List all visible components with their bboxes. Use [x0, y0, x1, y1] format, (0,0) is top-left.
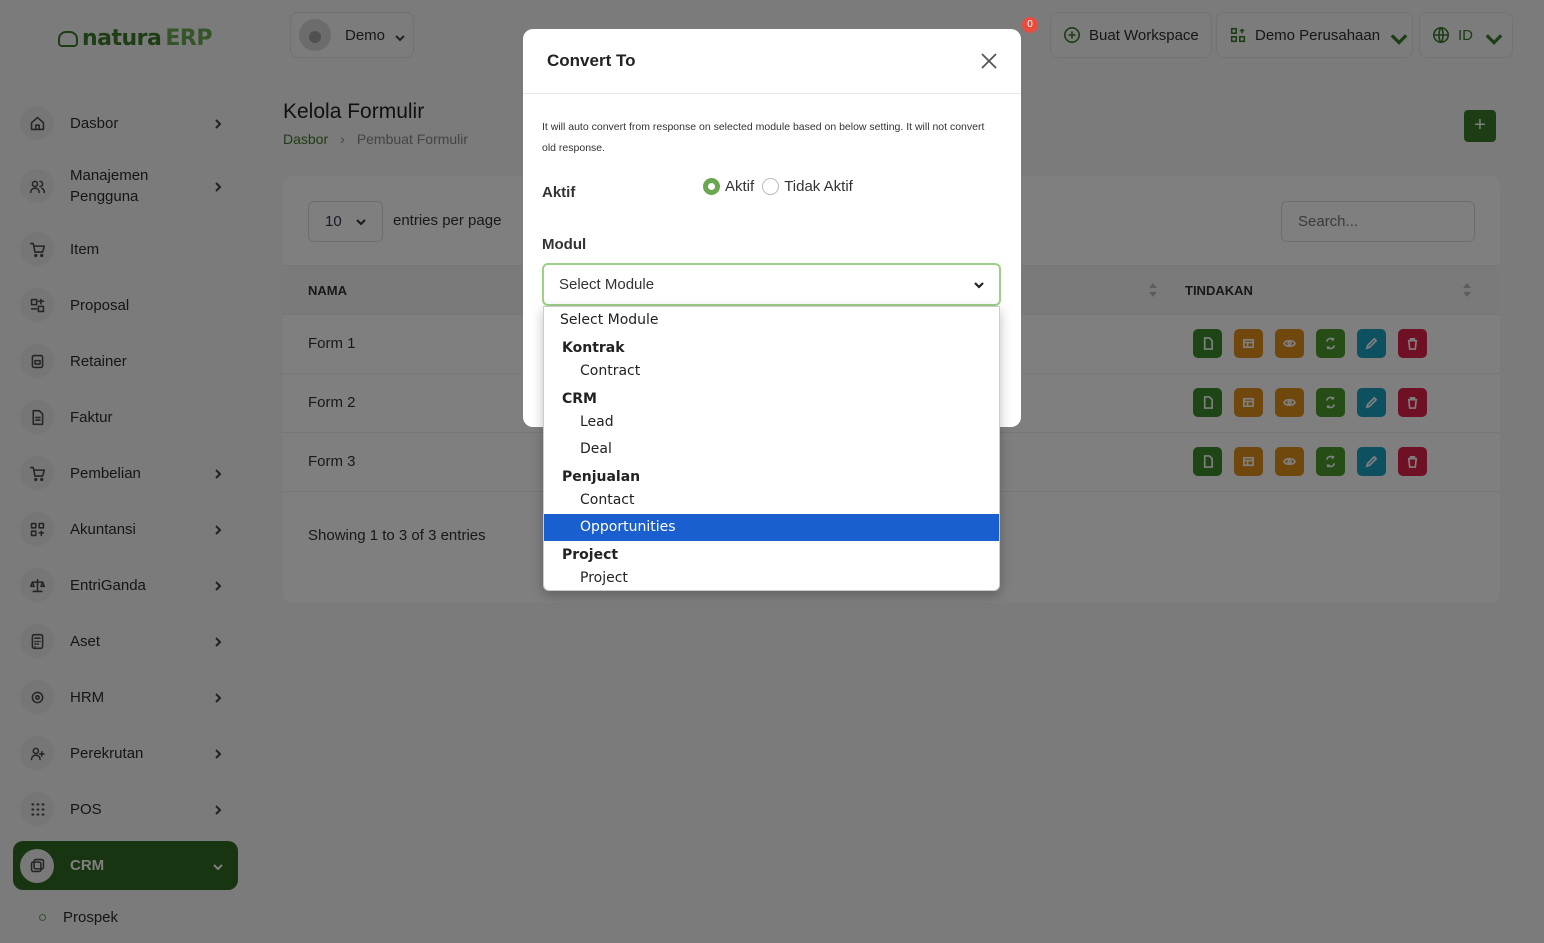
modul-label: Modul	[542, 236, 587, 253]
dropdown-group-label: CRM	[562, 391, 597, 407]
dropdown-option-selected[interactable]: Opportunities	[544, 514, 999, 541]
modal-title: Convert To	[547, 51, 636, 70]
aktif-radio-group: Aktif Tidak Aktif	[703, 178, 853, 195]
radio-tidak-aktif[interactable]	[762, 178, 780, 195]
module-dropdown-list: Select Module Kontrak Contract CRM Lead …	[543, 306, 1000, 591]
dropdown-group-label: Kontrak	[562, 340, 625, 356]
dropdown-option[interactable]: Deal	[544, 436, 999, 463]
radio-aktif[interactable]	[703, 178, 720, 195]
modal-info-text: It will auto convert from response on se…	[542, 121, 985, 154]
chevron-down-icon	[974, 282, 984, 289]
dropdown-option[interactable]: Contract	[544, 358, 999, 385]
dropdown-option[interactable]: Lead	[544, 409, 999, 436]
module-select[interactable]: Select Module	[542, 263, 1001, 306]
close-icon[interactable]	[979, 51, 999, 71]
dropdown-option[interactable]: Contact	[544, 487, 999, 514]
notification-badge: 0	[1022, 17, 1038, 33]
dropdown-group-label: Penjualan	[562, 469, 641, 485]
aktif-label: Aktif	[542, 184, 576, 201]
dropdown-option[interactable]: Project	[544, 565, 999, 590]
dropdown-option[interactable]: Select Module	[544, 307, 999, 334]
dropdown-group-label: Project	[562, 547, 619, 563]
